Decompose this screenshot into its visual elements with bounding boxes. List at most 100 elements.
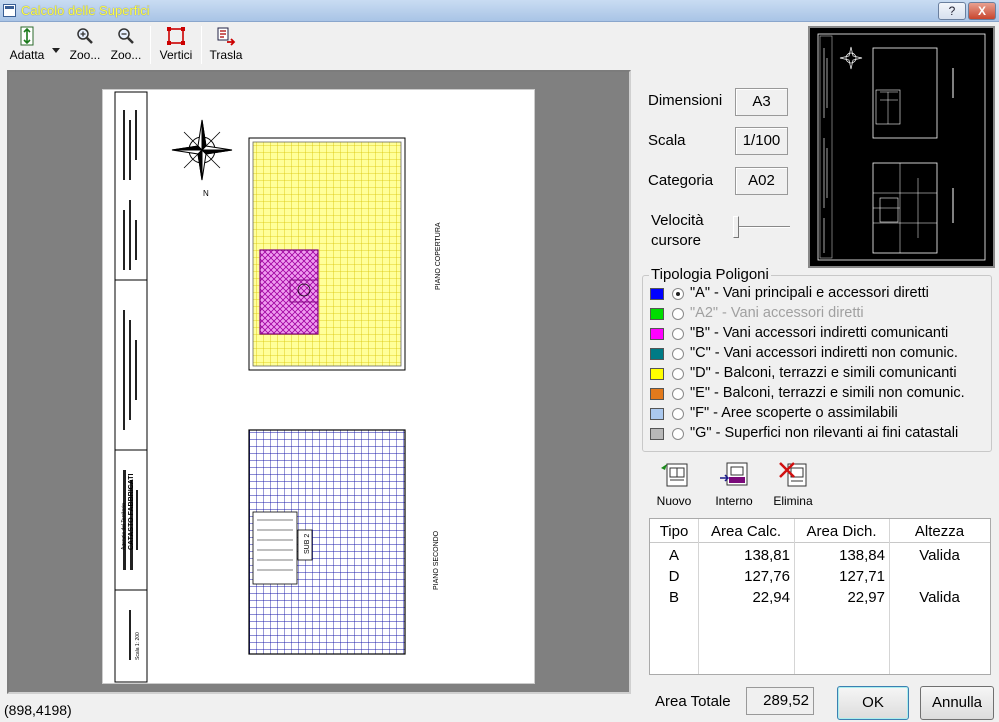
polygon-type-radio[interactable] (672, 428, 684, 440)
toolbar-separator (201, 26, 202, 64)
dimensioni-label: Dimensioni (648, 92, 723, 109)
north-label: N (203, 189, 209, 198)
table-cell[interactable]: 138,84 (794, 545, 889, 566)
title-block-scale: Scala 1: 200 (135, 632, 141, 660)
table-cell[interactable]: 127,71 (794, 566, 889, 587)
categoria-field[interactable]: A02 (735, 167, 788, 195)
polygon-type-radio (672, 308, 684, 320)
color-swatch (650, 428, 664, 440)
internal-polygon-button[interactable]: Interno (709, 458, 759, 510)
ok-button[interactable]: OK (837, 686, 909, 720)
overview-thumbnail[interactable] (808, 26, 995, 268)
fit-dropdown[interactable] (50, 24, 62, 66)
table-cell[interactable]: Valida (889, 545, 990, 566)
table-cell[interactable]: 22,94 (698, 587, 794, 608)
polygon-type-group-title: Tipologia Poligoni (649, 266, 771, 283)
polygon-type-radio[interactable] (672, 408, 684, 420)
cursor-speed-slider-track[interactable] (735, 226, 790, 228)
polygon-type-label: "A" - Vani principali e accessori dirett… (690, 285, 929, 301)
polygon-type-radio[interactable] (672, 328, 684, 340)
color-swatch (650, 388, 664, 400)
area-table-header: Tipo Area Calc. Area Dich. Altezza (650, 519, 990, 543)
polygon-type-label: "D" - Balconi, terrazzi e simili comunic… (690, 365, 957, 381)
help-button[interactable]: ? (938, 2, 966, 20)
stair-label: SUB 2 (304, 534, 311, 554)
vertices-icon (166, 26, 186, 46)
zoom-out-icon (116, 26, 136, 46)
status-coordinates: (898,4198) (4, 702, 72, 718)
overview-drawing (817, 33, 986, 261)
window-title: Calcolo delle Superfici (21, 3, 150, 18)
polygon-type-label: "C" - Vani accessori indiretti non comun… (690, 345, 958, 361)
bottom-plan-label: PIANO SECONDO (433, 530, 440, 590)
table-cell[interactable]: B (650, 587, 698, 608)
table-cell[interactable] (889, 566, 990, 587)
total-area-field: 289,52 (746, 687, 814, 715)
cursor-speed-label: Velocità cursore (651, 211, 704, 251)
internal-polygon-label: Interno (715, 494, 753, 508)
table-cell[interactable]: 138,81 (698, 545, 794, 566)
categoria-label: Categoria (648, 172, 714, 189)
area-table[interactable]: Tipo Area Calc. Area Dich. Altezza A 138,81 1… (649, 518, 991, 675)
table-cell[interactable]: 127,76 (698, 566, 794, 587)
title-block-heading: CATASTO FABBRICATI (128, 473, 135, 550)
polygon-type-radio[interactable] (672, 348, 684, 360)
new-polygon-label: Nuovo (656, 494, 692, 508)
fit-label: Adatta (9, 48, 45, 62)
total-area-label: Area Totale (655, 693, 731, 710)
color-swatch (650, 348, 664, 360)
column-header[interactable]: Altezza (889, 521, 990, 542)
table-cell[interactable]: D (650, 566, 698, 587)
move-label: Trasla (209, 48, 243, 62)
table-cell[interactable]: Valida (889, 587, 990, 608)
plan-drawing: N PIANO COPERTURA SUB 2 PIANO SECONDO CA… (114, 91, 442, 683)
zoom-in-button[interactable]: Zoo... (66, 24, 104, 66)
app-icon (3, 4, 16, 17)
cancel-button[interactable]: Annulla (920, 686, 994, 720)
scala-field[interactable]: 1/100 (735, 127, 788, 155)
table-cell[interactable]: A (650, 545, 698, 566)
delete-polygon-icon (778, 460, 808, 488)
color-swatch (650, 368, 664, 380)
zoom-out-label: Zoo... (110, 48, 142, 62)
new-polygon-button[interactable]: Nuovo (652, 458, 696, 510)
move-button[interactable]: Trasla (206, 24, 246, 66)
delete-polygon-button[interactable]: Elimina (769, 458, 817, 510)
color-swatch (650, 408, 664, 420)
polygon-type-label: "B" - Vani accessori indiretti comunican… (690, 325, 949, 341)
close-button[interactable]: X (968, 2, 996, 20)
dimensioni-field[interactable]: A3 (735, 88, 788, 116)
internal-polygon-icon (719, 460, 749, 488)
title-block-office: Agenzia del Territorio (121, 503, 127, 550)
table-cell[interactable]: 22,97 (794, 587, 889, 608)
toolbar-separator (150, 26, 151, 64)
cursor-speed-label-line2: cursore (651, 232, 702, 249)
vertices-label: Vertici (159, 48, 193, 62)
zoom-in-label: Zoo... (69, 48, 101, 62)
column-header[interactable]: Area Dich. (794, 521, 889, 542)
move-icon (216, 26, 236, 46)
drawing-viewport[interactable]: N PIANO COPERTURA SUB 2 PIANO SECONDO CA… (7, 70, 631, 694)
column-header[interactable]: Area Calc. (698, 521, 794, 542)
polygon-type-label: "F" - Aree scoperte o assimilabili (690, 405, 898, 421)
polygon-type-radio[interactable] (672, 388, 684, 400)
new-polygon-icon (659, 460, 689, 488)
column-header[interactable]: Tipo (650, 521, 698, 542)
top-plan-label: PIANO COPERTURA (435, 222, 442, 290)
polygon-type-label: "A2" - Vani accessori diretti (690, 305, 864, 321)
polygon-type-radio[interactable] (672, 368, 684, 380)
polygon-type-label: "E" - Balconi, terrazzi e simili non com… (690, 385, 965, 401)
polygon-type-radio[interactable] (672, 288, 684, 300)
zoom-out-button[interactable]: Zoo... (107, 24, 145, 66)
cursor-speed-label-line1: Velocità (651, 212, 704, 229)
delete-polygon-label: Elimina (773, 494, 813, 508)
vertices-button[interactable]: Vertici (156, 24, 196, 66)
color-swatch (650, 308, 664, 320)
fit-button[interactable]: Adatta (4, 24, 50, 66)
drawing-sheet[interactable]: N PIANO COPERTURA SUB 2 PIANO SECONDO CA… (102, 89, 535, 684)
scala-label: Scala (648, 132, 686, 149)
title-bar: Calcolo delle Superfici ? X (0, 0, 999, 22)
zoom-in-icon (75, 26, 95, 46)
cursor-speed-slider-thumb[interactable] (733, 216, 739, 238)
color-swatch (650, 288, 664, 300)
